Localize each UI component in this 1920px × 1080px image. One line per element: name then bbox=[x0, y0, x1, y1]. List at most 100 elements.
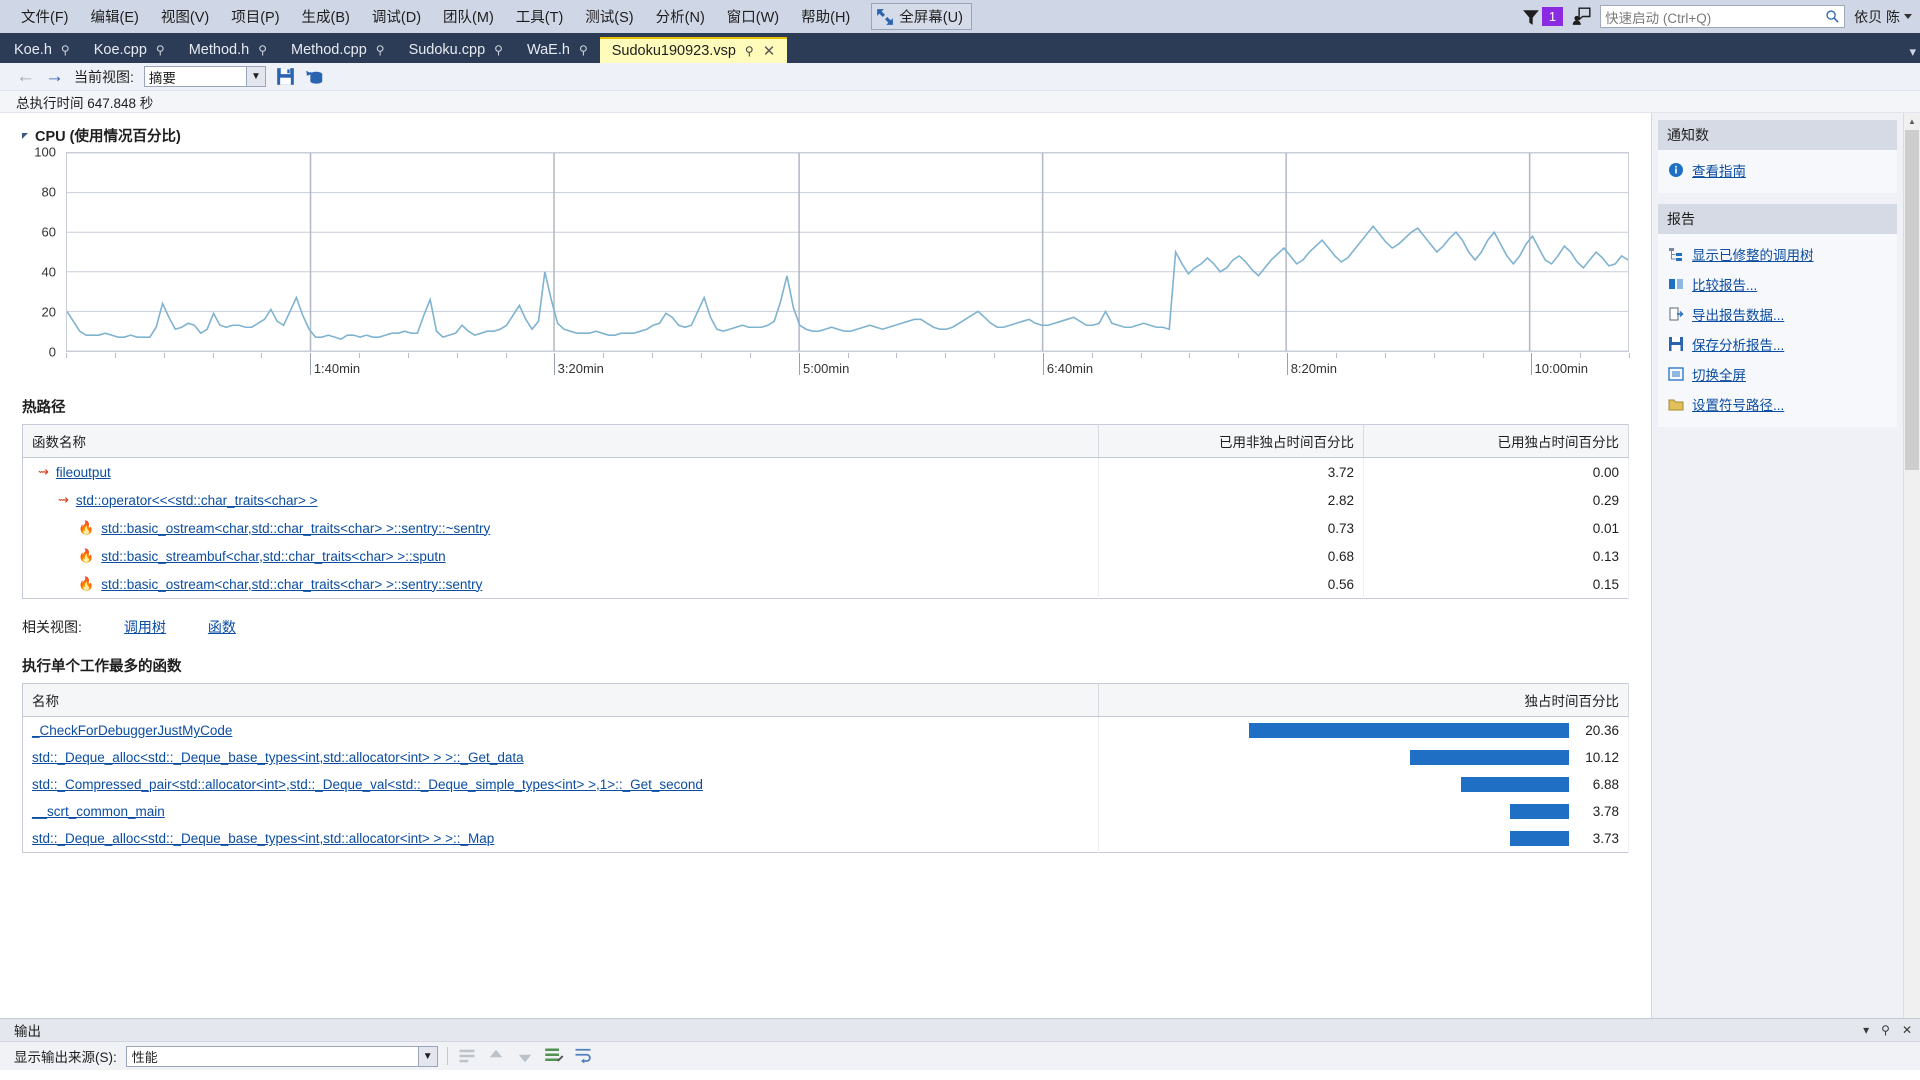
close-icon[interactable]: ✕ bbox=[1902, 1023, 1912, 1037]
pin-icon[interactable]: ⚲ bbox=[494, 43, 503, 57]
function-name-link[interactable]: _CheckForDebuggerJustMyCode bbox=[32, 723, 232, 738]
table-row[interactable]: std::_Compressed_pair<std::allocator<int… bbox=[22, 771, 1629, 798]
table-row[interactable]: _CheckForDebuggerJustMyCode 20.36 bbox=[22, 716, 1629, 744]
column-header-name[interactable]: 名称 bbox=[22, 683, 1100, 717]
function-name-link[interactable]: std::basic_ostream<char,std::char_traits… bbox=[101, 521, 490, 536]
current-view-select[interactable]: 摘要 ▼ bbox=[143, 66, 266, 87]
menu-item-debug[interactable]: 调试(D) bbox=[361, 3, 432, 30]
close-icon[interactable]: ✕ bbox=[763, 42, 776, 60]
menu-item-build[interactable]: 生成(B) bbox=[291, 3, 361, 30]
table-row[interactable]: ⇝ std::operator<<<std::char_traits<char>… bbox=[22, 486, 1629, 514]
tab-koe-cpp[interactable]: Koe.cpp ⚲ bbox=[82, 37, 177, 63]
menu-item-view[interactable]: 视图(V) bbox=[150, 3, 220, 30]
menu-item-analyze[interactable]: 分析(N) bbox=[645, 3, 716, 30]
menu-item-window[interactable]: 窗口(W) bbox=[716, 3, 790, 30]
side-item-show-trimmed-call-tree[interactable]: 显示已修整的调用树 bbox=[1658, 239, 1897, 269]
pin-icon[interactable]: ⚲ bbox=[745, 44, 754, 58]
menu-item-test[interactable]: 测试(S) bbox=[574, 3, 644, 30]
menu-item-file[interactable]: 文件(F) bbox=[10, 3, 80, 30]
tab-method-h[interactable]: Method.h ⚲ bbox=[177, 37, 279, 63]
related-view-call-tree[interactable]: 调用树 bbox=[124, 617, 166, 637]
y-tick-label: 20 bbox=[41, 304, 56, 320]
column-header-exclusive-pct[interactable]: 已用独占时间百分比 bbox=[1363, 424, 1629, 458]
tab-sudoku190923-vsp[interactable]: Sudoku190923.vsp ⚲ ✕ bbox=[599, 37, 788, 63]
column-header-inclusive-pct[interactable]: 已用非独占时间百分比 bbox=[1098, 424, 1364, 458]
table-row[interactable]: 🔥 std::basic_ostream<char,std::char_trai… bbox=[22, 570, 1629, 599]
side-item-export-report-data[interactable]: 导出报告数据... bbox=[1658, 299, 1897, 329]
side-item-compare-reports[interactable]: 比较报告... bbox=[1658, 269, 1897, 299]
table-row[interactable]: ⇝ fileoutput 3.72 0.00 bbox=[22, 457, 1629, 486]
function-name-link[interactable]: std::basic_ostream<char,std::char_traits… bbox=[101, 577, 482, 592]
function-name-link[interactable]: std::_Deque_alloc<std::_Deque_base_types… bbox=[32, 750, 524, 765]
chevron-down-icon[interactable]: ▼ bbox=[245, 67, 265, 86]
function-name-link[interactable]: __scrt_common_main bbox=[32, 804, 165, 819]
side-item-set-symbol-path[interactable]: 设置符号路径... bbox=[1658, 389, 1897, 419]
tab-sudoku-cpp[interactable]: Sudoku.cpp ⚲ bbox=[397, 37, 515, 63]
cpu-section-header[interactable]: CPU (使用情况百分比) bbox=[0, 113, 1651, 152]
column-header-function-name[interactable]: 函数名称 bbox=[22, 424, 1100, 458]
menu-item-tools[interactable]: 工具(T) bbox=[505, 3, 575, 30]
cpu-chart-plot-area[interactable] bbox=[66, 152, 1629, 352]
related-views-label: 相关视图: bbox=[22, 619, 82, 635]
toggle-wordwrap-icon[interactable] bbox=[573, 1046, 593, 1066]
function-name-link[interactable]: std::_Compressed_pair<std::allocator<int… bbox=[32, 777, 703, 792]
function-name-link[interactable]: std::_Deque_alloc<std::_Deque_base_types… bbox=[32, 831, 494, 846]
dropdown-icon[interactable]: ▾ bbox=[1863, 1023, 1869, 1037]
function-name-link[interactable]: std::basic_streambuf<char,std::char_trai… bbox=[101, 549, 445, 564]
vertical-scrollbar[interactable]: ▲ bbox=[1903, 113, 1920, 1018]
hot-path-arrow-icon: ⇝ bbox=[38, 464, 49, 479]
feedback-icon[interactable] bbox=[1572, 7, 1591, 26]
table-row[interactable]: 🔥 std::basic_ostream<char,std::char_trai… bbox=[22, 514, 1629, 542]
pin-icon[interactable]: ⚲ bbox=[156, 43, 165, 57]
menu-item-edit[interactable]: 编辑(E) bbox=[80, 3, 150, 30]
menu-item-project[interactable]: 项目(P) bbox=[220, 3, 290, 30]
back-button[interactable]: ← bbox=[16, 67, 35, 86]
table-row[interactable]: std::_Deque_alloc<std::_Deque_base_types… bbox=[22, 825, 1629, 853]
chevron-down-icon[interactable]: ▼ bbox=[417, 1046, 437, 1066]
pin-icon[interactable]: ⚲ bbox=[61, 43, 70, 57]
table-row[interactable]: __scrt_common_main 3.78 bbox=[22, 798, 1629, 825]
tab-wae-h[interactable]: WaE.h ⚲ bbox=[515, 37, 600, 63]
pin-icon[interactable]: ⚲ bbox=[376, 43, 385, 57]
x-tick-line bbox=[553, 353, 555, 375]
tab-method-cpp[interactable]: Method.cpp ⚲ bbox=[279, 37, 397, 63]
function-name-link[interactable]: std::operator<<<std::char_traits<char> > bbox=[76, 493, 318, 508]
menu-item-help[interactable]: 帮助(H) bbox=[790, 3, 861, 30]
refresh-database-icon[interactable] bbox=[305, 67, 324, 86]
function-name-link[interactable]: fileoutput bbox=[56, 465, 111, 480]
forward-button[interactable]: → bbox=[45, 67, 64, 86]
notifications-button[interactable]: 1 bbox=[1522, 7, 1564, 26]
collapse-triangle-icon[interactable] bbox=[22, 132, 28, 139]
scrollbar-thumb[interactable] bbox=[1905, 130, 1919, 470]
quick-launch-input[interactable]: 快速启动 (Ctrl+Q) bbox=[1600, 5, 1846, 28]
side-item-toggle-fullscreen[interactable]: 切换全屏 bbox=[1658, 359, 1897, 389]
x-tick-minor bbox=[163, 353, 165, 358]
tab-overflow-icon[interactable]: ▾ bbox=[1909, 44, 1916, 60]
output-source-label: 显示输出来源(S): bbox=[14, 1050, 117, 1065]
find-message-icon[interactable] bbox=[457, 1046, 477, 1066]
menu-item-team[interactable]: 团队(M) bbox=[432, 3, 505, 30]
side-item-save-analysis-report[interactable]: 保存分析报告... bbox=[1658, 329, 1897, 359]
table-row[interactable]: std::_Deque_alloc<std::_Deque_base_types… bbox=[22, 744, 1629, 771]
fullscreen-button[interactable]: 全屏幕(U) bbox=[871, 3, 972, 30]
pin-icon[interactable]: ⚲ bbox=[258, 43, 267, 57]
output-source-value: 性能 bbox=[131, 1049, 158, 1065]
column-header-exclusive-pct[interactable]: 独占时间百分比 bbox=[1098, 683, 1629, 717]
pin-icon[interactable]: ⚲ bbox=[1881, 1023, 1890, 1037]
user-account-menu[interactable]: 依贝 陈 bbox=[1854, 7, 1912, 27]
side-item-label: 设置符号路径... bbox=[1692, 398, 1785, 413]
output-pane-body[interactable] bbox=[0, 1070, 1920, 1080]
flame-icon: 🔥 bbox=[78, 576, 95, 591]
pin-icon[interactable]: ⚲ bbox=[579, 43, 588, 57]
side-item-view-guide[interactable]: 查看指南 bbox=[1658, 155, 1897, 185]
related-view-functions[interactable]: 函数 bbox=[208, 617, 236, 637]
output-source-select[interactable]: 性能 ▼ bbox=[125, 1045, 438, 1067]
scroll-up-arrow[interactable]: ▲ bbox=[1904, 113, 1920, 130]
table-row[interactable]: 🔥 std::basic_streambuf<char,std::char_tr… bbox=[22, 542, 1629, 570]
x-tick-minor bbox=[456, 353, 458, 358]
tab-koe-h[interactable]: Koe.h ⚲ bbox=[2, 37, 82, 63]
clear-all-icon[interactable] bbox=[544, 1046, 564, 1066]
save-icon[interactable] bbox=[276, 67, 295, 86]
prev-message-icon[interactable] bbox=[486, 1046, 506, 1066]
next-message-icon[interactable] bbox=[515, 1046, 535, 1066]
